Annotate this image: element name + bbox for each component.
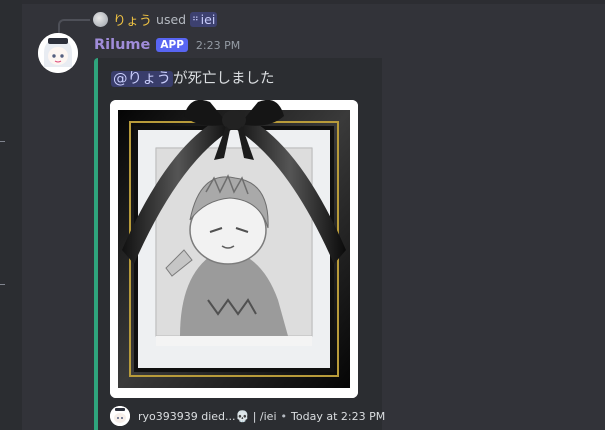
reply-username[interactable]: りょう (113, 10, 152, 29)
footer-avatar-art (110, 406, 130, 426)
message-header: Rilume APP 2:23 PM (94, 35, 240, 55)
message-embed: @りょう が死亡しました ryo393939 died...💀 | /iei •… (94, 58, 385, 430)
app-badge: APP (156, 38, 188, 52)
reply-command[interactable]: ⠶ iei (190, 11, 218, 27)
message-timestamp[interactable]: 2:23 PM (196, 39, 240, 52)
memorial-portrait-image[interactable] (110, 100, 358, 398)
left-rail (0, 0, 22, 430)
user-mention[interactable]: @りょう (111, 71, 173, 87)
reply-avatar[interactable] (93, 11, 108, 27)
bot-username[interactable]: Rilume (94, 37, 150, 53)
rail-divider (0, 284, 5, 285)
memorial-portrait-art (110, 100, 358, 398)
footer-avatar (110, 406, 130, 426)
footer-time: Today at 2:23 PM (291, 409, 386, 423)
reply-spine (58, 19, 90, 33)
top-divider (22, 0, 605, 4)
embed-description-text: が死亡しました (173, 71, 275, 87)
footer-text: ryo393939 died...💀 | /iei (138, 409, 277, 423)
embed-description: @りょう が死亡しました (111, 67, 275, 88)
reply-used-label: used (156, 11, 187, 27)
bot-avatar-art (38, 33, 78, 73)
reply-context[interactable]: りょう used ⠶ iei (93, 10, 218, 29)
footer-separator: • (280, 409, 288, 423)
reply-command-name: iei (200, 11, 216, 27)
rail-divider (0, 141, 5, 142)
embed-footer: ryo393939 died...💀 | /iei • Today at 2:2… (110, 406, 385, 426)
bot-avatar[interactable] (38, 33, 78, 73)
slash-command-icon: ⠶ (192, 14, 199, 24)
